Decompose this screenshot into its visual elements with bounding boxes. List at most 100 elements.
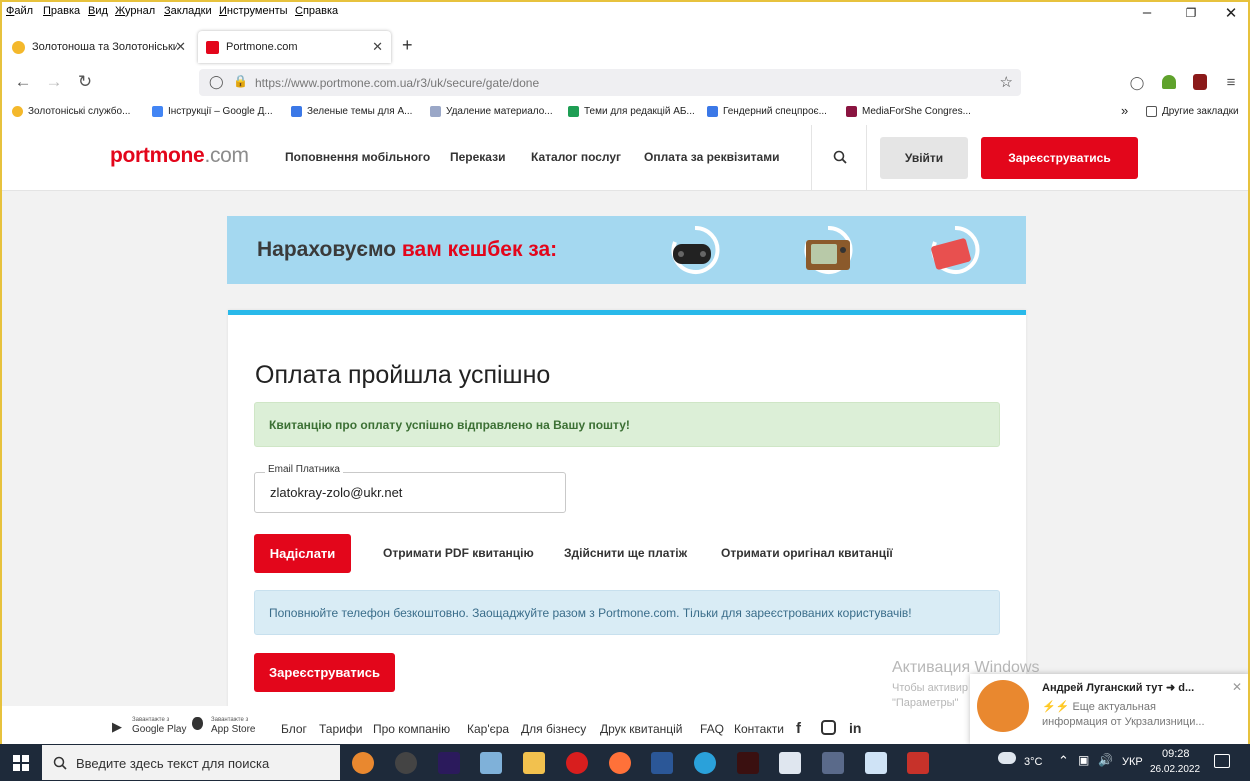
firefox-icon[interactable]: [609, 752, 631, 774]
nav-services-catalog[interactable]: Каталог послуг: [531, 150, 621, 164]
menu-bookmarks[interactable]: Закладки: [164, 5, 212, 17]
app-icon[interactable]: [865, 752, 887, 774]
app-icon[interactable]: [352, 752, 374, 774]
tray-chevron-icon[interactable]: ⌃: [1058, 753, 1069, 769]
app-icon[interactable]: [822, 752, 844, 774]
weather-temp[interactable]: 3°C: [1024, 756, 1042, 768]
bookmark-item[interactable]: Інструкції – Google Д...: [152, 106, 273, 117]
portmone-logo[interactable]: portmone.com: [110, 144, 249, 168]
search-icon: [53, 756, 67, 770]
telegram-icon[interactable]: [694, 752, 716, 774]
address-bar[interactable]: ◯ 🔒 https://www.portmone.com.ua/r3/uk/se…: [199, 69, 1021, 96]
cashback-banner[interactable]: Нараховуємо вам кешбек за:: [227, 216, 1026, 284]
footer-link-career[interactable]: Кар'єра: [467, 722, 509, 736]
bookmark-item[interactable]: Зеленые темы для А...: [291, 106, 412, 117]
facebook-icon[interactable]: f: [796, 720, 801, 737]
other-bookmarks[interactable]: Другие закладки: [1146, 106, 1239, 117]
linkedin-icon[interactable]: in: [849, 720, 861, 736]
close-window-icon[interactable]: ✕: [1216, 4, 1246, 22]
footer-link-business[interactable]: Для бізнесу: [521, 722, 586, 736]
google-play-icon: ▶: [112, 719, 122, 734]
keyboard-language[interactable]: УКР: [1122, 756, 1143, 768]
tab-zolotonosha[interactable]: Золотоноша та Золотоніськи ✕: [4, 31, 194, 63]
forward-icon[interactable]: →: [42, 72, 66, 92]
google-drive-icon: [152, 106, 163, 117]
notifications-icon[interactable]: [1214, 754, 1230, 768]
lock-icon[interactable]: 🔒: [233, 74, 248, 88]
success-alert: Квитанцію про оплату успішно відправлено…: [254, 402, 1000, 447]
menu-tools[interactable]: Инструменты: [219, 5, 288, 17]
url-text[interactable]: https://www.portmone.com.ua/r3/uk/secure…: [255, 76, 539, 90]
footer-link-faq[interactable]: FAQ: [700, 722, 724, 736]
bookmark-item[interactable]: Теми для редакцій АБ...: [568, 106, 695, 117]
register-button-header[interactable]: Зареєструватись: [981, 137, 1138, 179]
menu-view[interactable]: Вид: [88, 5, 108, 17]
search-button[interactable]: [811, 125, 867, 191]
bookmark-star-icon[interactable]: ☆: [1000, 73, 1013, 91]
bookmark-item[interactable]: Золотоніські службо...: [12, 106, 130, 117]
bookmark-item[interactable]: Удаление материало...: [430, 106, 553, 117]
audition-icon[interactable]: [438, 752, 460, 774]
opera-icon[interactable]: [566, 752, 588, 774]
app-icon[interactable]: [737, 752, 759, 774]
app-icon[interactable]: [480, 752, 502, 774]
menu-file[interactable]: Файл: [6, 5, 33, 17]
restore-icon[interactable]: ❐: [1176, 6, 1206, 20]
make-another-payment-link[interactable]: Здійснити ще платіж: [564, 546, 687, 560]
tab-close-icon[interactable]: ✕: [372, 39, 383, 55]
menu-hamburger-icon[interactable]: ≡: [1219, 74, 1243, 91]
pocket-icon[interactable]: ◯: [1125, 75, 1149, 91]
tab-title: Portmone.com: [226, 41, 298, 53]
tab-close-icon[interactable]: ✕: [175, 39, 186, 55]
tab-portmone[interactable]: Portmone.com ✕: [198, 31, 391, 63]
nav-transfers[interactable]: Перекази: [450, 150, 505, 164]
new-tab-icon[interactable]: +: [402, 35, 413, 56]
footer-link-blog[interactable]: Блог: [281, 722, 307, 736]
tab-strip: Золотоноша та Золотоніськи ✕ Portmone.co…: [2, 28, 1248, 64]
menu-history[interactable]: Журнал: [115, 5, 155, 17]
login-button[interactable]: Увійти: [880, 137, 968, 179]
footer-link-print-receipts[interactable]: Друк квитанцій: [600, 722, 682, 736]
clock-time[interactable]: 09:28: [1162, 748, 1190, 760]
download-extension-icon[interactable]: [1162, 75, 1176, 89]
register-button[interactable]: Зареєструватись: [254, 653, 395, 692]
bookmark-item[interactable]: MediaForShe Congres...: [846, 106, 971, 117]
file-explorer-icon[interactable]: [523, 752, 545, 774]
nav-mobile-topup[interactable]: Поповнення мобільного: [285, 150, 430, 164]
email-value[interactable]: zlatokray-zolo@ukr.net: [270, 485, 402, 500]
get-pdf-receipt-link[interactable]: Отримати PDF квитанцію: [383, 546, 534, 560]
back-icon[interactable]: ←: [11, 72, 35, 92]
shield-icon[interactable]: ◯: [209, 74, 224, 90]
send-button[interactable]: Надіслати: [254, 534, 351, 573]
reload-icon[interactable]: ↻: [73, 72, 97, 92]
weather-cloud-icon[interactable]: [998, 752, 1016, 764]
app-icon[interactable]: [395, 752, 417, 774]
nav-pay-by-details[interactable]: Оплата за реквізитами: [644, 150, 779, 164]
menu-edit[interactable]: Правка: [43, 5, 80, 17]
volume-icon[interactable]: 🔊: [1098, 753, 1113, 767]
close-icon[interactable]: ✕: [1232, 680, 1242, 694]
network-icon[interactable]: ▣: [1078, 753, 1089, 767]
browser-window: Файл Правка Вид Журнал Закладки Инструме…: [0, 0, 1250, 781]
email-field[interactable]: Email Платника zlatokray-zolo@ukr.net: [254, 464, 566, 513]
word-icon[interactable]: [651, 752, 673, 774]
app-icon[interactable]: [907, 752, 929, 774]
taskbar-search[interactable]: Введите здесь текст для поиска: [42, 745, 340, 780]
more-bookmarks-icon[interactable]: »: [1121, 103, 1128, 118]
app-icon[interactable]: [779, 752, 801, 774]
bookmark-item[interactable]: Гендерний спецпроє...: [707, 106, 827, 117]
yellow-circle-icon: [12, 106, 23, 117]
footer-link-tariffs[interactable]: Тарифи: [319, 722, 362, 736]
minimize-icon[interactable]: –: [1132, 4, 1162, 21]
clock-date[interactable]: 26.02.2022: [1150, 764, 1200, 775]
menu-help[interactable]: Справка: [295, 5, 338, 17]
footer-link-contacts[interactable]: Контакти: [734, 722, 784, 736]
windows-start-icon[interactable]: [13, 755, 29, 771]
ublock-extension-icon[interactable]: [1193, 74, 1207, 90]
get-original-receipt-link[interactable]: Отримати оригінал квитанції: [721, 546, 893, 560]
notification-toast[interactable]: Андрей Луганский тут ➜ d... ⚡⚡ Еще актуа…: [970, 674, 1248, 745]
email-label: Email Платника: [265, 464, 343, 475]
instagram-icon[interactable]: [821, 720, 836, 735]
footer-link-about[interactable]: Про компанію: [373, 722, 450, 736]
taskbar-search-placeholder: Введите здесь текст для поиска: [76, 756, 270, 771]
